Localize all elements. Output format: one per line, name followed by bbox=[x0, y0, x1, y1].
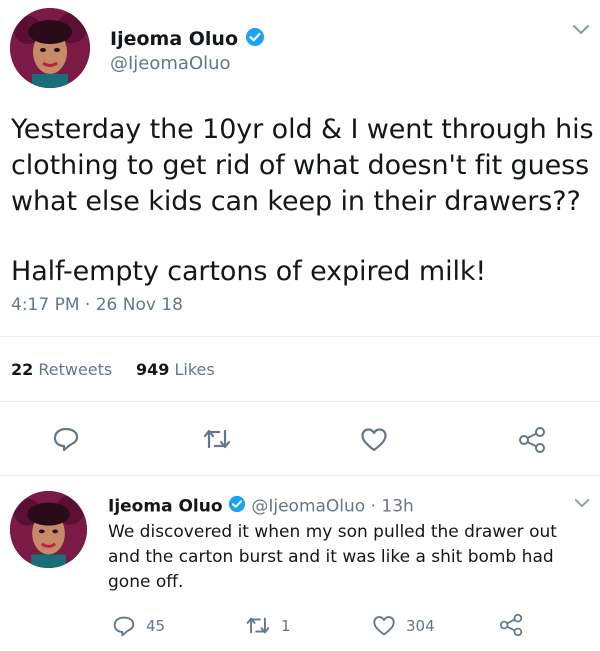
share-icon[interactable] bbox=[517, 426, 547, 454]
divider bbox=[0, 401, 600, 402]
reply-icon[interactable] bbox=[52, 426, 80, 452]
author-name[interactable]: Ijeoma Oluo bbox=[110, 27, 265, 52]
retweet-count: 1 bbox=[281, 616, 291, 635]
tweet-timestamp[interactable]: 4:17 PM · 26 Nov 18 bbox=[11, 295, 183, 315]
reply-reply-action[interactable]: 45 bbox=[112, 615, 165, 637]
chevron-down-icon[interactable] bbox=[572, 24, 590, 36]
reply-icon bbox=[112, 615, 136, 637]
tweet-text-line: what else kids can keep in their drawers… bbox=[11, 186, 581, 217]
tweet-text: Yesterday the 10yr old & I went through … bbox=[11, 112, 596, 290]
verified-badge-icon bbox=[245, 27, 265, 52]
likes-stat[interactable]: 949 Likes bbox=[136, 360, 215, 379]
reply-retweet-action[interactable]: 1 bbox=[245, 616, 291, 635]
share-icon[interactable] bbox=[498, 613, 524, 637]
chevron-down-icon[interactable] bbox=[574, 498, 590, 509]
retweet-icon bbox=[245, 616, 271, 635]
tweet-text-line: Yesterday the 10yr old & I went through … bbox=[11, 114, 594, 145]
reply-time[interactable]: · 13h bbox=[371, 497, 414, 517]
like-icon[interactable] bbox=[360, 427, 388, 453]
avatar-illustration bbox=[10, 8, 90, 88]
reply-author-avatar[interactable] bbox=[10, 491, 87, 568]
reply-text-line: We discovered it when my son pulled the … bbox=[108, 522, 557, 542]
reply-text-line: and the carton burst and it was like a s… bbox=[108, 547, 554, 567]
retweets-stat[interactable]: 22 Retweets bbox=[11, 360, 112, 379]
reply-header: Ijeoma Oluo @IjeomaOluo · 13h bbox=[108, 495, 414, 518]
author-avatar[interactable] bbox=[10, 8, 90, 88]
reply-count: 45 bbox=[146, 617, 166, 635]
reply-author-name[interactable]: Ijeoma Oluo bbox=[108, 497, 223, 517]
like-count: 304 bbox=[406, 617, 435, 635]
tweet-text-line: clothing to get rid of what doesn't fit … bbox=[11, 150, 590, 181]
reply-text-line: gone off. bbox=[108, 572, 184, 592]
divider bbox=[0, 475, 600, 476]
author-handle[interactable]: @IjeomaOluo bbox=[110, 53, 231, 74]
reply-text: We discovered it when my son pulled the … bbox=[108, 520, 593, 595]
verified-badge-icon bbox=[228, 495, 246, 518]
tweet-text-line: Half-empty cartons of expired milk! bbox=[11, 256, 487, 287]
reply-author-handle[interactable]: @IjeomaOluo bbox=[251, 497, 365, 517]
reply-like-action[interactable]: 304 bbox=[372, 615, 435, 637]
avatar-illustration bbox=[10, 491, 87, 568]
like-icon bbox=[372, 615, 396, 637]
divider bbox=[0, 336, 600, 337]
retweet-icon[interactable] bbox=[202, 428, 232, 450]
